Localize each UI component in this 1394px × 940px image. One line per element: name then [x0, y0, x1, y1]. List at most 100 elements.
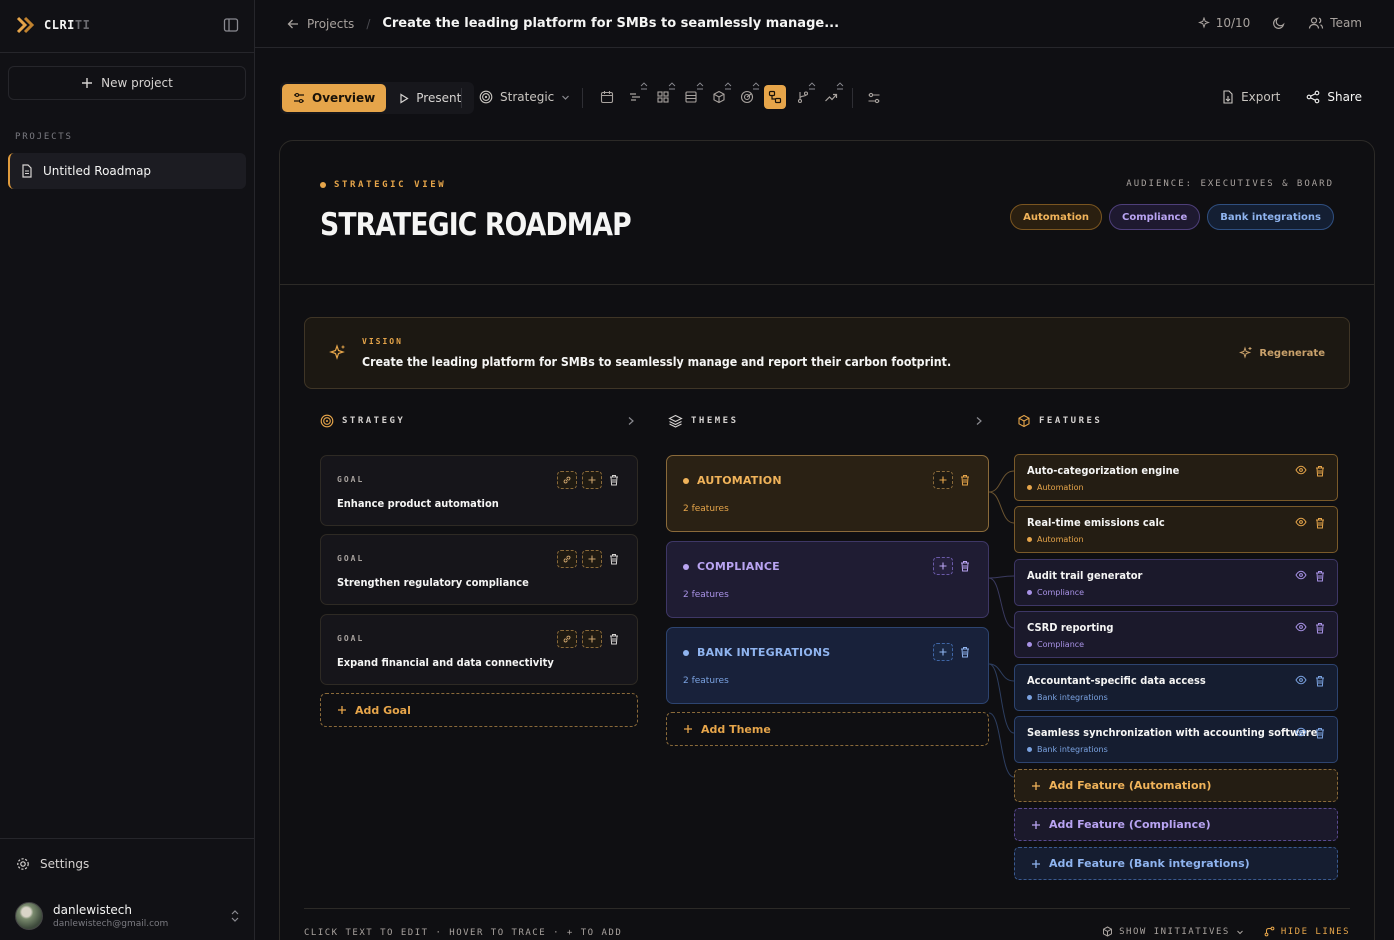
- theme-feature-count: 2 features: [683, 590, 729, 600]
- link-goal-button[interactable]: [557, 550, 577, 568]
- theme-card-bank-integrations[interactable]: BANK INTEGRATIONS 2 features: [666, 627, 989, 704]
- add-theme-to-goal-button[interactable]: [582, 550, 602, 568]
- trash-icon[interactable]: [1315, 622, 1325, 634]
- play-icon: [400, 92, 409, 104]
- trash-icon[interactable]: [1315, 517, 1325, 529]
- theme-toggle-button[interactable]: [1272, 16, 1286, 30]
- user-menu[interactable]: danlewistech danlewistech@gmail.com: [15, 902, 240, 930]
- settings-button[interactable]: Settings: [16, 857, 89, 871]
- eye-icon[interactable]: [1295, 465, 1307, 475]
- link-goal-button[interactable]: [557, 630, 577, 648]
- user-email: danlewistech@gmail.com: [53, 919, 169, 929]
- back-to-projects-link[interactable]: Projects: [287, 17, 354, 31]
- sidebar-divider: [0, 838, 254, 839]
- grid-view-button[interactable]: [652, 82, 676, 109]
- plus-icon: [939, 648, 947, 656]
- share-button[interactable]: Share: [1306, 90, 1362, 104]
- trend-view-button[interactable]: [820, 82, 844, 109]
- logo-chevrons-icon: [16, 16, 35, 34]
- hide-lines-label: HIDE LINES: [1280, 926, 1350, 937]
- show-initiatives-toggle[interactable]: SHOW INITIATIVES: [1102, 926, 1244, 937]
- box-view-button[interactable]: [708, 82, 732, 109]
- theme-card-automation[interactable]: AUTOMATION 2 features: [666, 455, 989, 532]
- goal-text[interactable]: Enhance product automation: [337, 497, 499, 510]
- feature-name[interactable]: Real-time emissions calc: [1027, 516, 1165, 529]
- settings-label: Settings: [40, 857, 90, 871]
- roadmap-card: STRATEGIC VIEW STRATEGIC ROADMAP AUDIENC…: [279, 140, 1375, 940]
- eye-icon[interactable]: [1295, 622, 1307, 632]
- feature-card[interactable]: Auto-categorization engine Automation: [1014, 454, 1338, 501]
- strategic-map-view-button[interactable]: [764, 85, 786, 109]
- theme-name[interactable]: COMPLIANCE: [697, 560, 780, 573]
- feature-name[interactable]: Auto-categorization engine: [1027, 464, 1179, 477]
- calendar-view-button[interactable]: [596, 85, 618, 109]
- feature-card[interactable]: Audit trail generator Compliance: [1014, 559, 1338, 606]
- sidebar-collapse-button[interactable]: [223, 17, 241, 35]
- delete-goal-button[interactable]: [607, 631, 621, 647]
- feature-card[interactable]: Accountant-specific data access Bank int…: [1014, 664, 1338, 711]
- export-button[interactable]: Export: [1222, 90, 1280, 104]
- gantt-view-button[interactable]: [624, 82, 648, 109]
- add-theme-to-goal-button[interactable]: [582, 471, 602, 489]
- theme-card-compliance[interactable]: COMPLIANCE 2 features: [666, 541, 989, 618]
- add-goal-button[interactable]: Add Goal: [320, 693, 638, 727]
- credits-indicator[interactable]: 10/10: [1197, 16, 1250, 30]
- delete-theme-button[interactable]: [958, 472, 972, 488]
- add-theme-to-goal-button[interactable]: [582, 630, 602, 648]
- trash-icon[interactable]: [1315, 675, 1325, 687]
- view-selector-dropdown[interactable]: Strategic: [479, 90, 570, 104]
- add-feature-to-theme-button[interactable]: [933, 471, 953, 489]
- trash-icon[interactable]: [1315, 570, 1325, 582]
- goal-text[interactable]: Expand financial and data connectivity: [337, 656, 554, 669]
- branch-view-button[interactable]: [792, 82, 816, 109]
- goal-text[interactable]: Strengthen regulatory compliance: [337, 576, 529, 589]
- feature-name[interactable]: CSRD reporting: [1027, 621, 1113, 634]
- feature-name[interactable]: Audit trail generator: [1027, 569, 1142, 582]
- eye-icon[interactable]: [1295, 675, 1307, 685]
- theme-name[interactable]: BANK INTEGRATIONS: [697, 646, 830, 659]
- delete-goal-button[interactable]: [607, 551, 621, 567]
- add-feature-compliance-button[interactable]: Add Feature (Compliance): [1014, 808, 1338, 841]
- delete-goal-button[interactable]: [607, 472, 621, 488]
- goal-card[interactable]: GOAL Strengthen regulatory compliance: [320, 534, 638, 605]
- share-icon: [1307, 90, 1320, 104]
- delete-theme-button[interactable]: [958, 644, 972, 660]
- tab-overview[interactable]: Overview: [282, 84, 387, 112]
- new-project-button[interactable]: New project: [8, 66, 246, 100]
- add-theme-button[interactable]: Add Theme: [666, 712, 989, 746]
- add-feature-to-theme-button[interactable]: [933, 643, 953, 661]
- chevrons-up-down-icon: [231, 910, 239, 922]
- add-feature-bank-integrations-button[interactable]: Add Feature (Bank integrations): [1014, 847, 1338, 880]
- eye-icon[interactable]: [1295, 517, 1307, 527]
- eye-icon[interactable]: [1295, 727, 1307, 737]
- route-icon: [1264, 926, 1275, 937]
- trash-icon[interactable]: [1315, 727, 1325, 739]
- add-feature-to-theme-button[interactable]: [933, 557, 953, 575]
- feature-name[interactable]: Accountant-specific data access: [1027, 674, 1206, 687]
- sidebar-item-untitled-roadmap[interactable]: Untitled Roadmap: [8, 153, 246, 189]
- export-label: Export: [1241, 90, 1281, 104]
- radar-view-button[interactable]: [736, 82, 760, 109]
- feature-card[interactable]: Seamless synchronization with accounting…: [1014, 716, 1338, 763]
- hide-lines-toggle[interactable]: HIDE LINES: [1264, 926, 1350, 937]
- add-feature-automation-button[interactable]: Add Feature (Automation): [1014, 769, 1338, 802]
- link-goal-button[interactable]: [557, 471, 577, 489]
- theme-name[interactable]: AUTOMATION: [697, 474, 782, 487]
- delete-theme-button[interactable]: [958, 558, 972, 574]
- team-button[interactable]: Team: [1308, 16, 1362, 30]
- goal-actions: [557, 471, 621, 489]
- feature-card[interactable]: Real-time emissions calc Automation: [1014, 506, 1338, 553]
- eye-icon[interactable]: [1295, 570, 1307, 580]
- feature-actions: [1295, 622, 1325, 634]
- plus-icon: [1032, 820, 1040, 829]
- table-view-button[interactable]: [680, 82, 704, 109]
- trash-icon[interactable]: [1315, 465, 1325, 477]
- app-logo[interactable]: CLRITI: [16, 16, 90, 34]
- goal-card[interactable]: GOAL Expand financial and data connectiv…: [320, 614, 638, 685]
- filter-settings-button[interactable]: [867, 91, 881, 105]
- users-icon: [1309, 17, 1324, 29]
- goal-card[interactable]: GOAL Enhance product automation: [320, 455, 638, 526]
- feature-card[interactable]: CSRD reporting Compliance: [1014, 611, 1338, 658]
- tab-present[interactable]: Present: [388, 84, 472, 112]
- feature-name[interactable]: Seamless synchronization with accounting…: [1027, 726, 1317, 739]
